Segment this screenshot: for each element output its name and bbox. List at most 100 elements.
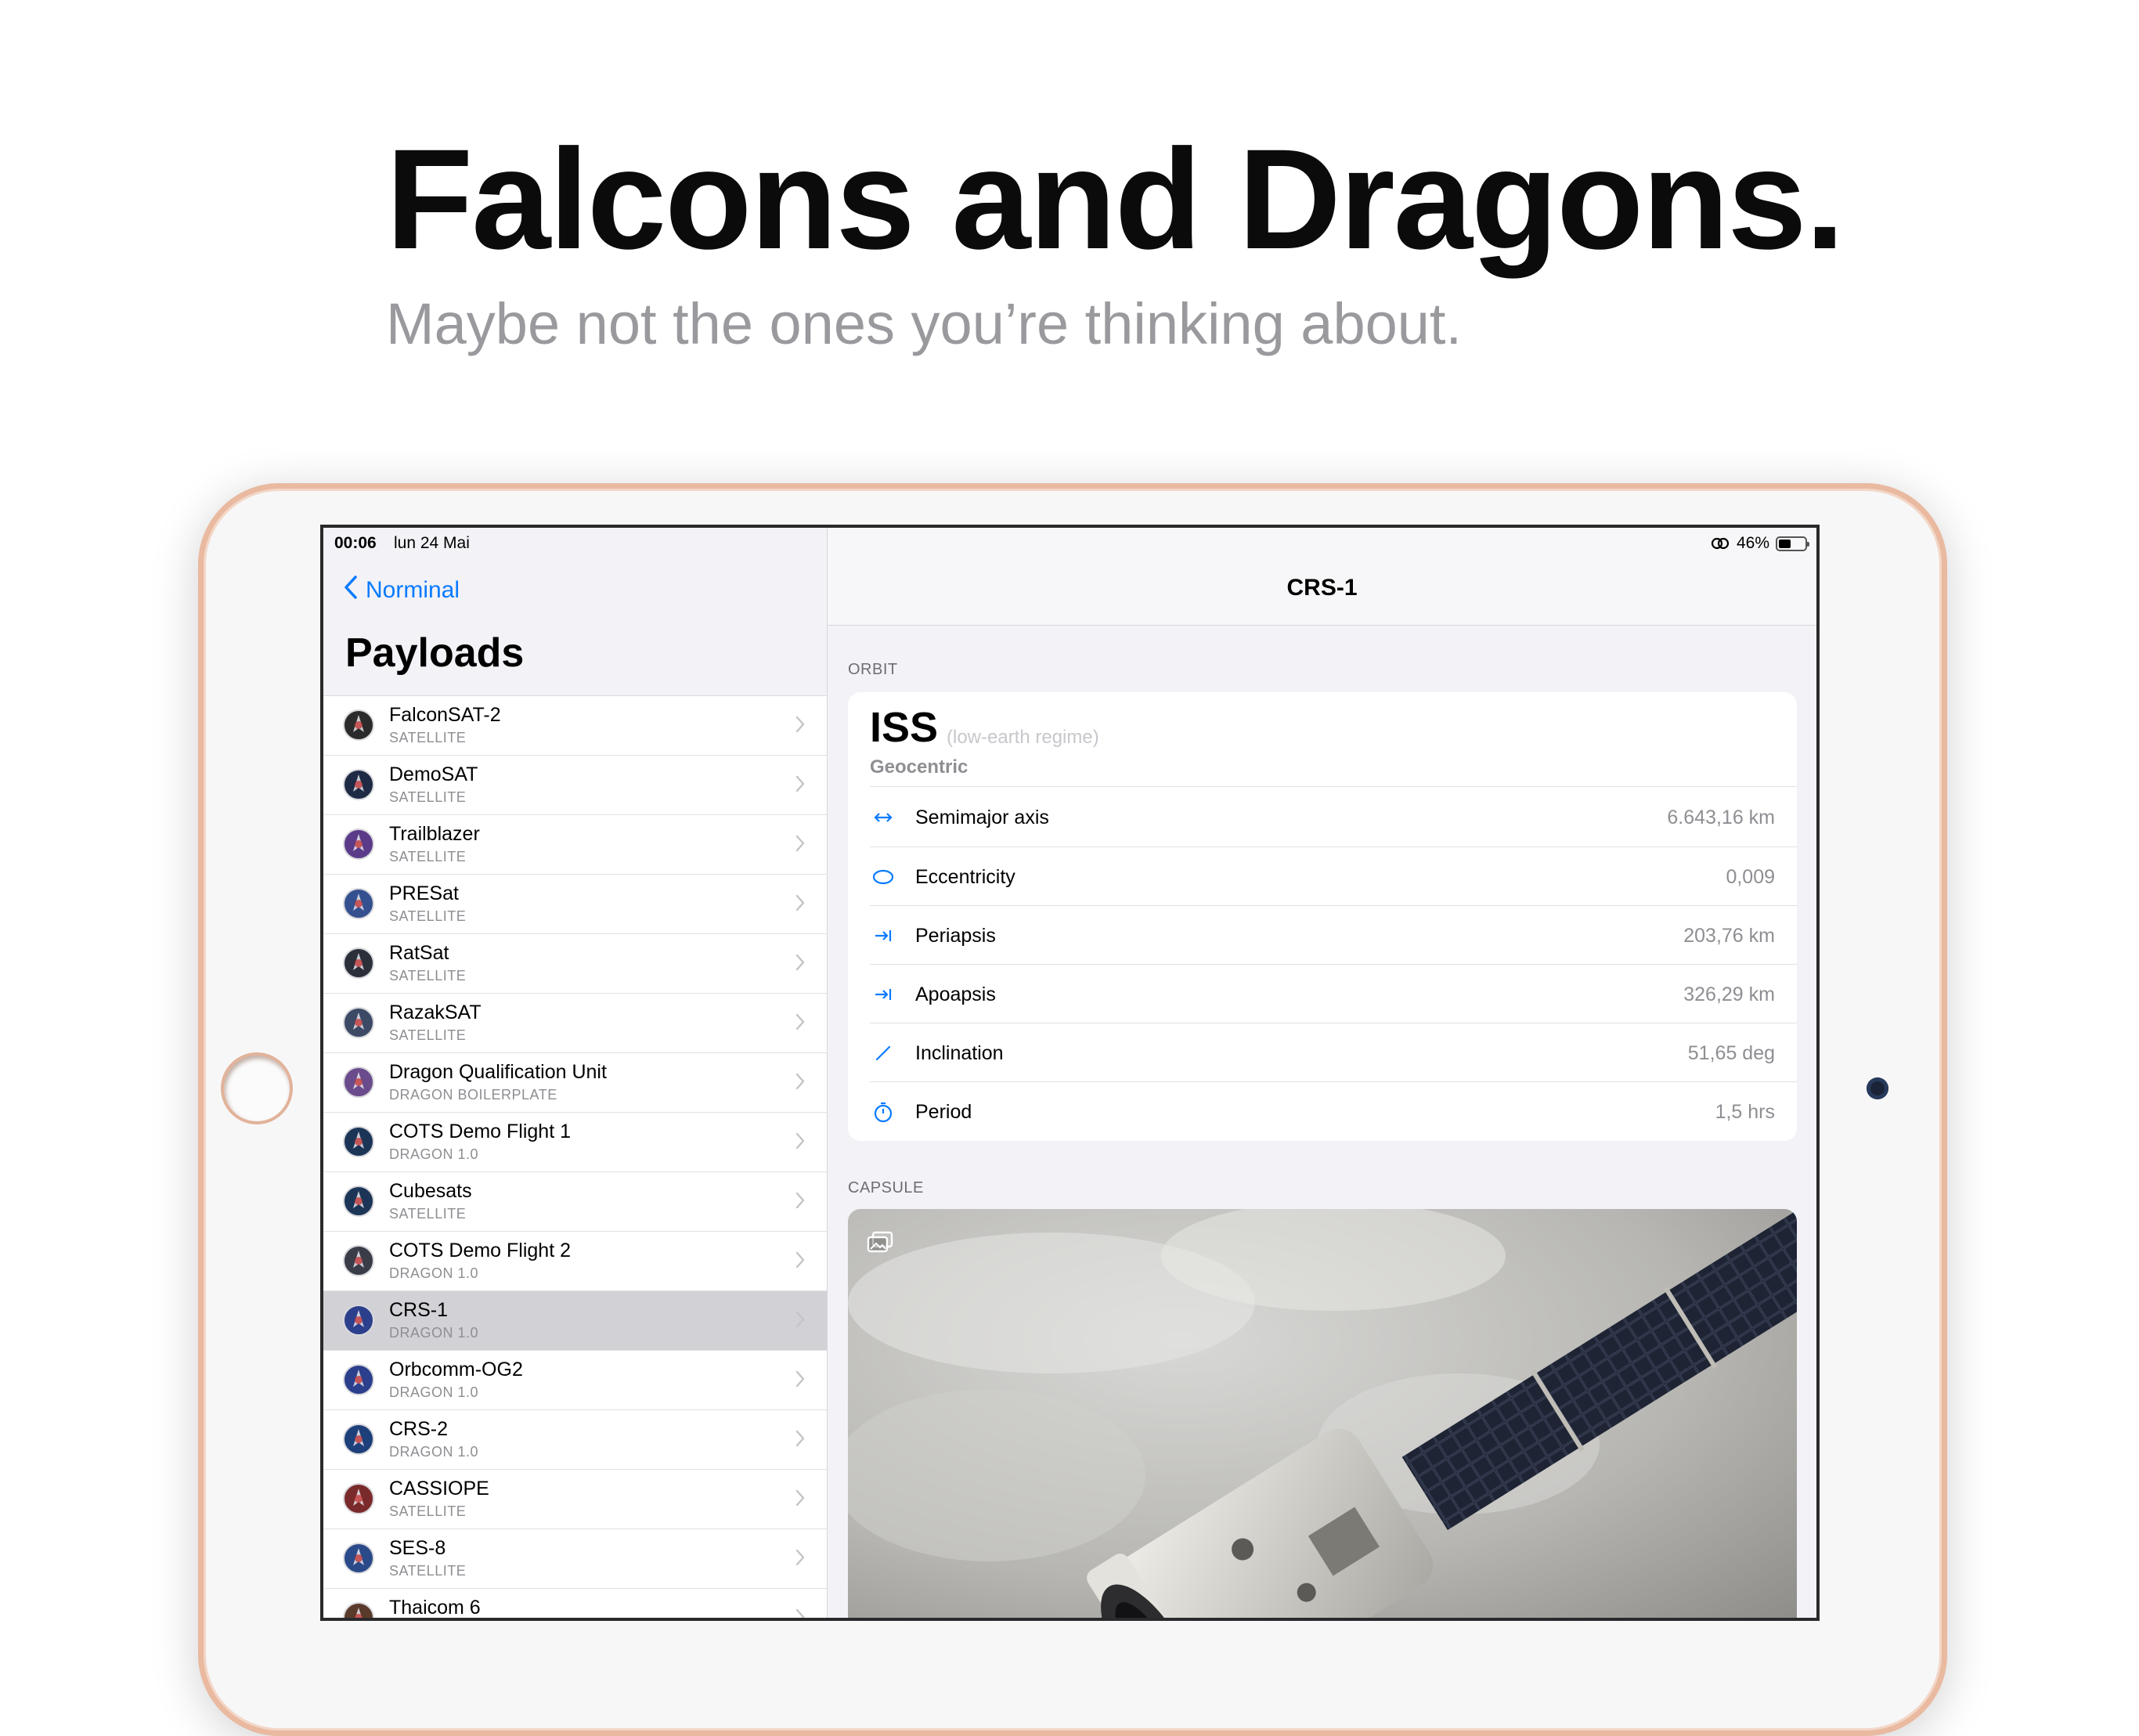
- payload-name: CRS-1: [389, 1299, 449, 1321]
- payload-row[interactable]: CRS-2 DRAGON 1.0: [323, 1410, 827, 1470]
- mission-patch-icon: [343, 1424, 374, 1455]
- payload-type: SATELLITE: [389, 1503, 467, 1519]
- orbit-row-value: 51,65 deg: [1687, 1042, 1775, 1064]
- orbit-row: Periapsis 203,76 km: [870, 905, 1797, 965]
- payload-row[interactable]: RazakSAT SATELLITE: [323, 994, 827, 1053]
- status-indicators: 46%: [1710, 534, 1809, 553]
- mission-patch-icon: [343, 1126, 374, 1157]
- orbit-row: Eccentricity 0,009: [870, 846, 1797, 906]
- payload-row[interactable]: COTS Demo Flight 1 DRAGON 1.0: [323, 1113, 827, 1172]
- payload-row[interactable]: FalconSAT-2 SATELLITE: [323, 696, 827, 756]
- battery-percent: 46%: [1736, 534, 1769, 552]
- camera-lens: [1867, 1077, 1888, 1099]
- orbit-row-label: Periapsis: [915, 925, 996, 947]
- orbit-name: ISS: [870, 704, 939, 751]
- arrows-horizontal-icon: [871, 806, 895, 829]
- capsule-section-header: CAPSULE: [848, 1179, 924, 1196]
- payload-row[interactable]: RatSat SATELLITE: [323, 934, 827, 994]
- chevron-right-icon: [795, 716, 805, 733]
- mission-patch-icon: [343, 1543, 374, 1574]
- mission-patch-icon: [343, 1364, 374, 1395]
- capsule-image[interactable]: [848, 1209, 1797, 1618]
- chevron-right-icon: [795, 954, 805, 971]
- hero-subtitle: Maybe not the ones you’re thinking about…: [386, 291, 1463, 356]
- orbit-row-value: 0,009: [1726, 866, 1775, 888]
- orbit-section-header: ORBIT: [848, 661, 898, 678]
- payload-name: Trailblazer: [389, 823, 480, 845]
- back-button[interactable]: Norminal: [344, 575, 460, 606]
- payload-row[interactable]: Cubesats SATELLITE: [323, 1172, 827, 1232]
- payload-type: SATELLITE: [389, 1206, 467, 1222]
- payload-type: SATELLITE: [389, 730, 467, 745]
- payload-row[interactable]: CASSIOPE SATELLITE: [323, 1470, 827, 1529]
- payload-type: DRAGON 1.0: [389, 1444, 479, 1460]
- dragon-capsule-photo: [848, 1209, 1797, 1618]
- orbit-row: Inclination 51,65 deg: [870, 1023, 1797, 1082]
- payload-type: DRAGON 1.0: [389, 1384, 479, 1400]
- orbit-reference: Geocentric: [870, 756, 969, 778]
- mission-patch-icon: [343, 1067, 374, 1098]
- chevron-right-icon: [795, 894, 805, 911]
- payload-type: DRAGON 1.0: [389, 1146, 479, 1162]
- payload-row[interactable]: Orbcomm-OG2 DRAGON 1.0: [323, 1351, 827, 1410]
- payload-name: Dragon Qualification Unit: [389, 1061, 607, 1083]
- chevron-right-icon: [795, 1430, 805, 1447]
- status-time: 00:06: [334, 534, 377, 552]
- chevron-right-icon: [795, 1489, 805, 1507]
- hotspot-icon: [1710, 536, 1730, 550]
- mission-patch-icon: [343, 1007, 374, 1038]
- payload-type: SATELLITE: [389, 1563, 467, 1579]
- payload-name: SES-8: [389, 1537, 446, 1559]
- payload-row[interactable]: CRS-1 DRAGON 1.0: [323, 1291, 827, 1351]
- payload-name: Cubesats: [389, 1180, 472, 1202]
- chevron-left-icon: [344, 575, 358, 606]
- chevron-right-icon: [795, 835, 805, 852]
- payload-type: DRAGON BOILERPLATE: [389, 1087, 557, 1103]
- chevron-right-icon: [795, 1549, 805, 1566]
- sidebar-title: Payloads: [345, 630, 525, 676]
- orbit-row-label: Semimajor axis: [915, 807, 1049, 828]
- chevron-right-icon: [795, 1192, 805, 1209]
- arrow-to-line-icon: [871, 924, 895, 947]
- mission-patch-icon: [343, 828, 374, 860]
- ipad-screen: 00:06 lun 24 Mai 46% Norminal Payloads F…: [320, 525, 1820, 1621]
- home-button[interactable]: [221, 1052, 293, 1124]
- orbit-row: Apoapsis 326,29 km: [870, 964, 1797, 1023]
- chevron-right-icon: [795, 775, 805, 792]
- payload-name: DemoSAT: [389, 763, 478, 785]
- payload-row[interactable]: DemoSAT SATELLITE: [323, 756, 827, 815]
- mission-patch-icon: [343, 1305, 374, 1336]
- payload-name: CRS-2: [389, 1418, 449, 1440]
- chevron-right-icon: [795, 1013, 805, 1030]
- orbit-card: ISS (low-earth regime) Geocentric Semima…: [848, 692, 1797, 1141]
- payload-row[interactable]: SES-8 SATELLITE: [323, 1529, 827, 1589]
- hero-title: Falcons and Dragons.: [386, 119, 1845, 279]
- mission-patch-icon: [343, 1245, 374, 1276]
- orbit-row-label: Inclination: [915, 1042, 1004, 1064]
- orbit-row-label: Eccentricity: [915, 866, 1015, 888]
- orbit-row: Period 1,5 hrs: [870, 1081, 1797, 1141]
- payload-row[interactable]: Dragon Qualification Unit DRAGON BOILERPL…: [323, 1053, 827, 1113]
- payload-name: RazakSAT: [389, 1002, 482, 1023]
- orbit-row-value: 203,76 km: [1683, 925, 1775, 947]
- payload-name: COTS Demo Flight 2: [389, 1240, 572, 1261]
- ellipse-icon: [871, 865, 895, 889]
- payload-type: SATELLITE: [389, 849, 467, 864]
- mission-patch-icon: [343, 769, 374, 800]
- status-date: lun 24 Mai: [394, 534, 470, 552]
- payload-name: RatSat: [389, 942, 449, 964]
- payload-row[interactable]: PRESat SATELLITE: [323, 875, 827, 934]
- status-bar: 00:06 lun 24 Mai 46%: [323, 528, 1816, 558]
- mission-patch-icon: [343, 1483, 374, 1514]
- payload-row[interactable]: Trailblazer SATELLITE: [323, 815, 827, 875]
- chevron-right-icon: [795, 1073, 805, 1090]
- orbit-row-label: Period: [915, 1101, 972, 1123]
- chevron-right-icon: [795, 1132, 805, 1150]
- orbit-row-label: Apoapsis: [915, 983, 996, 1005]
- mission-patch-icon: [343, 888, 374, 919]
- gallery-icon[interactable]: [867, 1231, 893, 1254]
- stopwatch-icon: [871, 1100, 895, 1124]
- payload-row[interactable]: COTS Demo Flight 2 DRAGON 1.0: [323, 1232, 827, 1291]
- sidebar: Norminal Payloads FalconSAT-2 SATELLITE De…: [323, 528, 828, 1618]
- mission-patch-icon: [343, 1602, 374, 1618]
